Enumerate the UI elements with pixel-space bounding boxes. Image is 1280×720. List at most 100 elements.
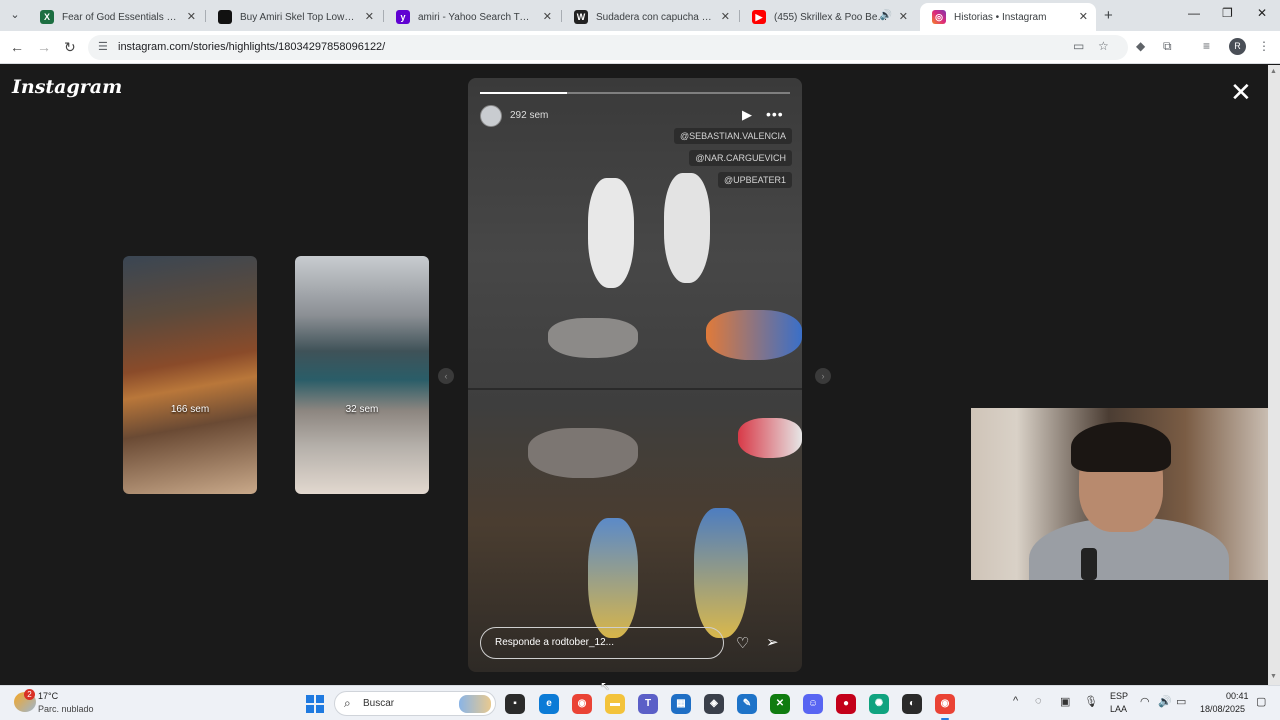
extension-shield-icon[interactable]: ◆	[1136, 39, 1145, 53]
close-tab-icon[interactable]: ✕	[721, 10, 730, 23]
app-cube-icon[interactable]: ◈	[704, 694, 724, 714]
reply-input[interactable]: Responde a rodtober_12...	[480, 627, 724, 659]
extensions-puzzle-icon[interactable]: ⧉	[1163, 39, 1172, 54]
story-image-shoe	[588, 178, 634, 288]
instagram-logo[interactable]: Instagram	[12, 76, 122, 98]
tab-title: Buy Amiri Skel Top Low 'Black V	[240, 11, 356, 23]
play-icon[interactable]: ▶	[742, 107, 752, 123]
address-bar[interactable]: ☰ instagram.com/stories/highlights/18034…	[88, 35, 1128, 60]
next-story-icon[interactable]: ›	[815, 368, 831, 384]
browser-tab-3[interactable]: y amiri - Yahoo Search Tus resulta ✕	[384, 3, 560, 31]
page-scrollbar[interactable]: ▲ ▼	[1268, 65, 1280, 685]
browser-tab-strip: ⌄ X Fear of God Essentials Cream Cr ✕ Bu…	[0, 0, 1280, 31]
like-heart-icon[interactable]: ♡	[736, 634, 749, 652]
profile-avatar[interactable]: R	[1229, 38, 1246, 55]
keyboard-layout-indicator[interactable]: LAA	[1110, 704, 1127, 714]
close-story-icon[interactable]: ✕	[1230, 79, 1252, 105]
teams-icon[interactable]: T	[638, 694, 658, 714]
speaker-icon[interactable]: 🔊	[880, 10, 892, 21]
close-tab-icon[interactable]: ✕	[543, 10, 552, 23]
browser-tab-4[interactable]: W Sudadera con capucha y crema ✕	[562, 3, 738, 31]
more-options-icon[interactable]: •••	[766, 106, 784, 122]
close-tab-icon[interactable]: ✕	[899, 10, 908, 23]
language-indicator[interactable]: ESP	[1110, 691, 1128, 701]
battery-icon[interactable]: ▭	[1176, 695, 1186, 708]
browser-tab-5[interactable]: ▶ (455) Skrillex & Poo Bear - S 🔊 ✕	[740, 3, 916, 31]
reload-icon[interactable]: ↻	[64, 39, 76, 56]
site-settings-icon[interactable]: ☰	[98, 40, 108, 53]
weather-badge: 2	[24, 689, 35, 700]
vinted-icon: W	[574, 10, 588, 24]
taskbar-search[interactable]: ⌕ Buscar	[334, 691, 496, 716]
chatgpt-icon[interactable]: ✺	[869, 694, 889, 714]
scroll-down-icon[interactable]: ▼	[1270, 673, 1277, 680]
close-tab-icon[interactable]: ✕	[365, 10, 374, 23]
tab-search-chevron-icon[interactable]: ⌄	[6, 6, 24, 24]
restore-icon[interactable]: ❐	[1222, 6, 1233, 20]
weather-description[interactable]: Parc. nublado	[38, 704, 94, 714]
file-explorer-icon[interactable]: ▬	[605, 694, 625, 714]
wifi-icon[interactable]: ◠	[1140, 695, 1150, 708]
close-tab-icon[interactable]: ✕	[187, 10, 196, 23]
scroll-up-icon[interactable]: ▲	[1270, 68, 1277, 75]
close-tab-icon[interactable]: ✕	[1079, 10, 1088, 23]
discord-icon[interactable]: ☺	[803, 694, 823, 714]
mention-tag[interactable]: @NAR.CARGUEVICH	[689, 150, 792, 166]
notifications-icon[interactable]: ▢	[1256, 695, 1266, 708]
chrome-active-icon[interactable]: ◉	[935, 694, 955, 720]
search-label: Buscar	[363, 698, 395, 709]
browser-tab-active[interactable]: ◎ Historias • Instagram ✕	[920, 3, 1096, 31]
tray-app-icon[interactable]: ▣	[1060, 695, 1070, 708]
minimize-icon[interactable]: —	[1188, 6, 1200, 20]
url-text[interactable]: instagram.com/stories/highlights/1803429…	[118, 41, 385, 53]
story-image-shoe	[738, 418, 802, 458]
media-controls-icon[interactable]: ≡	[1203, 39, 1210, 53]
bookmark-star-icon[interactable]: ☆	[1098, 39, 1109, 53]
tray-app-icon[interactable]: ◌	[1035, 695, 1042, 707]
thumbnail-age: 32 sem	[345, 404, 379, 415]
cast-icon[interactable]: ▭	[1073, 39, 1084, 53]
tab-title: Historias • Instagram	[954, 11, 1047, 23]
story-thumbnail-previous-1[interactable]: 32 sem	[295, 256, 429, 494]
excel-icon: X	[40, 10, 54, 24]
obs-icon[interactable]: ◐	[902, 694, 922, 714]
edge-icon[interactable]: e	[539, 694, 559, 714]
microphone-icon	[1081, 548, 1097, 580]
story-image-shoe	[528, 428, 638, 478]
windows-start-icon[interactable]	[306, 695, 324, 713]
mention-tag[interactable]: @UPBEATER1	[718, 172, 792, 188]
tab-title: (455) Skrillex & Poo Bear - S	[774, 11, 890, 23]
browser-menu-icon[interactable]: ⋮	[1258, 39, 1270, 53]
mention-tag[interactable]: @SEBASTIAN.VALENCIA	[673, 128, 792, 144]
browser-tab-2[interactable]: Buy Amiri Skel Top Low 'Black V ✕	[206, 3, 382, 31]
volume-icon[interactable]: 🔊	[1158, 695, 1172, 708]
xbox-icon[interactable]: ✕	[770, 694, 790, 714]
story-image-floor	[468, 388, 802, 390]
chrome-icon[interactable]: ◉	[572, 694, 592, 714]
clock-date[interactable]: 18/08/2025	[1200, 704, 1245, 714]
webcam-person-hair	[1071, 422, 1171, 472]
media-app-icon[interactable]: ●	[836, 694, 856, 714]
show-hidden-icons-icon[interactable]: ^	[1013, 695, 1018, 707]
back-icon[interactable]: ←	[10, 39, 24, 55]
microphone-tray-icon[interactable]: 🎙	[1084, 695, 1098, 708]
weather-temperature[interactable]: 17°C	[38, 691, 58, 701]
browser-tab-1[interactable]: X Fear of God Essentials Cream Cr ✕	[28, 3, 204, 31]
calculator-icon[interactable]: ▦	[671, 694, 691, 714]
vscode-icon[interactable]: ✎	[737, 694, 757, 714]
tab-title: Sudadera con capucha y crema	[596, 11, 712, 23]
close-window-icon[interactable]: ✕	[1257, 6, 1267, 20]
youtube-icon: ▶	[752, 10, 766, 24]
forward-icon[interactable]: →	[37, 39, 51, 55]
tab-title: amiri - Yahoo Search Tus resulta	[418, 11, 534, 23]
story-thumbnail-previous-2[interactable]: 166 sem	[123, 256, 257, 494]
task-view-icon[interactable]: ▪	[505, 694, 525, 714]
story-author-avatar[interactable]	[480, 105, 502, 127]
share-send-icon[interactable]: ➢	[766, 633, 779, 651]
webcam-overlay	[971, 408, 1277, 580]
new-tab-icon[interactable]: +	[1104, 7, 1113, 24]
story-frame[interactable]: 292 sem ▶ ••• @SEBASTIAN.VALENCIA @NAR.C…	[468, 78, 802, 672]
previous-story-icon[interactable]: ‹	[438, 368, 454, 384]
clock-time[interactable]: 00:41	[1226, 691, 1249, 701]
instagram-icon: ◎	[932, 10, 946, 24]
